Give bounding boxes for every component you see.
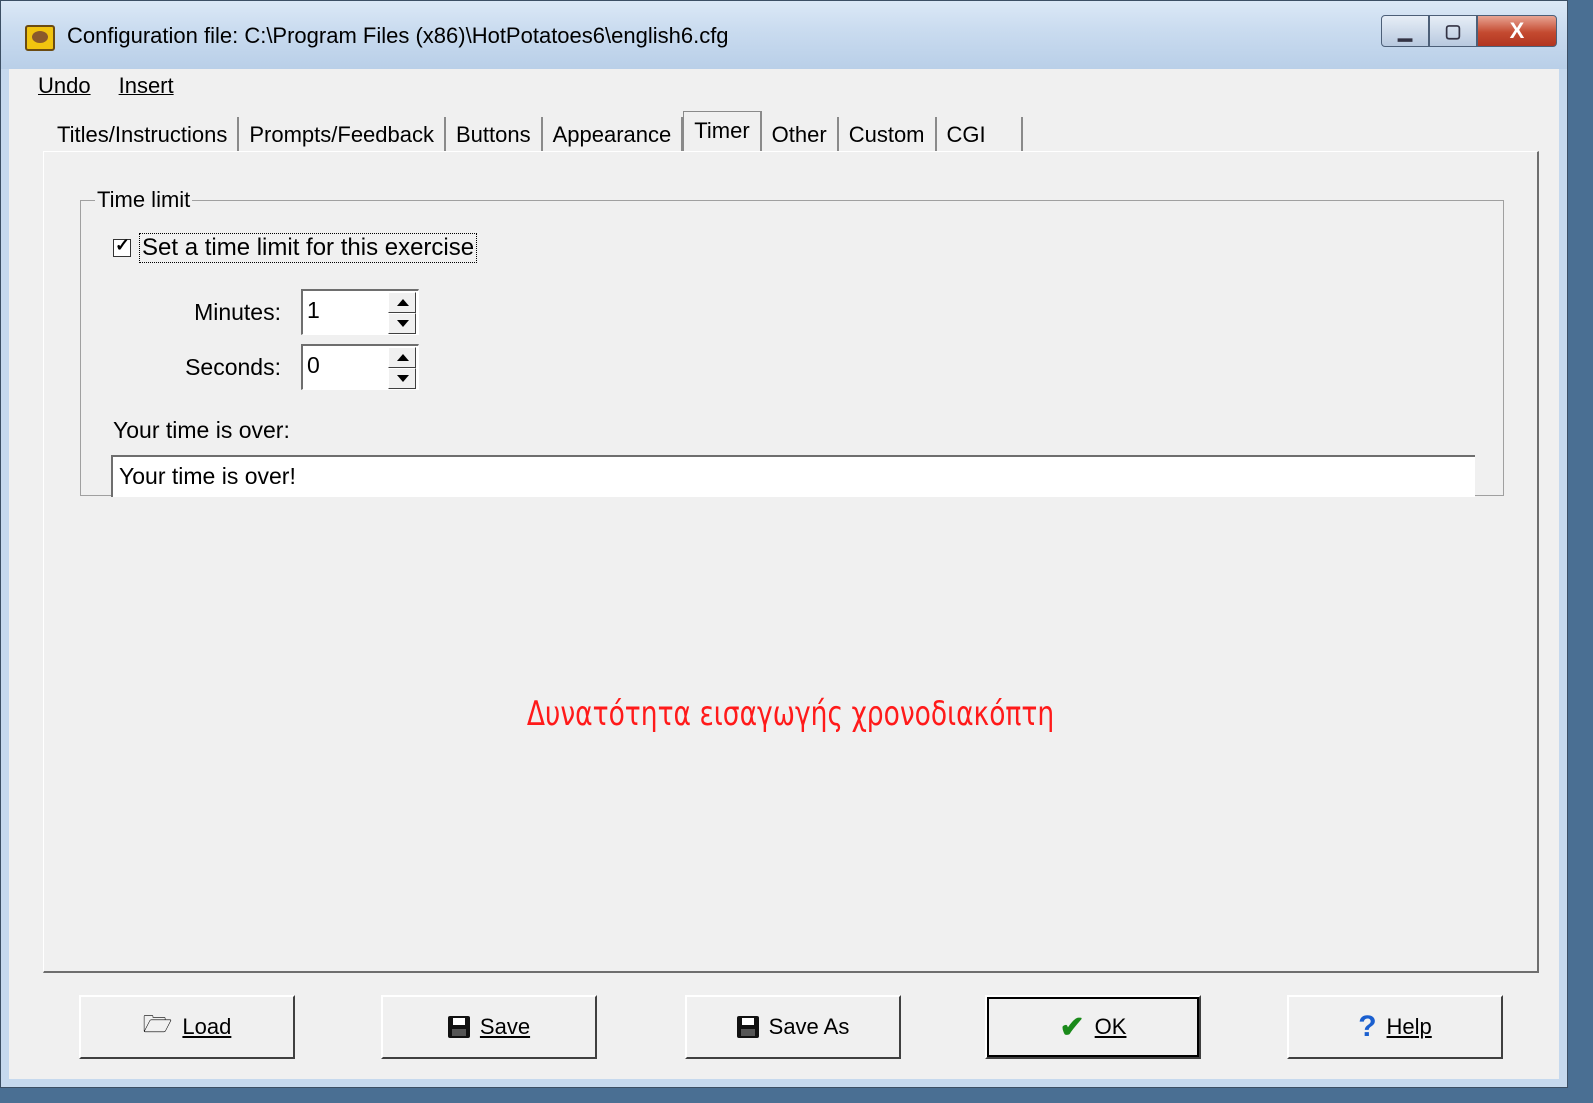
close-button[interactable]: X xyxy=(1477,15,1557,47)
minutes-value[interactable]: 1 xyxy=(307,297,320,324)
tab-titles-instructions[interactable]: Titles/Instructions xyxy=(47,117,240,153)
tab-other[interactable]: Other xyxy=(761,117,839,153)
greek-annotation: Δυνατότητα εισαγωγής χρονοδιακόπτη xyxy=(526,694,1055,734)
save-label: Save xyxy=(479,1014,531,1039)
minutes-down-arrow-icon[interactable] xyxy=(388,313,416,334)
maximize-button[interactable]: ▢ xyxy=(1429,15,1477,47)
seconds-value[interactable]: 0 xyxy=(307,352,320,379)
seconds-up-arrow-icon[interactable] xyxy=(388,347,416,368)
time-limit-checkbox[interactable] xyxy=(113,235,131,257)
tab-buttons[interactable]: Buttons xyxy=(446,117,543,153)
timer-panel: Time limit Set a time limit for this exe… xyxy=(43,151,1539,973)
seconds-spinner[interactable]: 0 xyxy=(301,344,419,390)
save-button[interactable]: Save xyxy=(381,995,597,1059)
menu-undo[interactable]: Undo xyxy=(38,73,91,99)
time-limit-group: Time limit Set a time limit for this exe… xyxy=(80,187,1504,497)
menu-insert[interactable]: Insert xyxy=(119,73,174,99)
menu-bar: Undo Insert xyxy=(9,69,1559,103)
minutes-label: Minutes: xyxy=(194,299,281,325)
seconds-down-arrow-icon[interactable] xyxy=(388,368,416,389)
tab-custom[interactable]: Custom xyxy=(838,117,937,153)
save-as-button[interactable]: Save As xyxy=(685,995,901,1059)
load-button[interactable]: 🗁 Load xyxy=(79,995,295,1059)
tab-cgi[interactable]: CGI xyxy=(936,117,1023,153)
tab-appearance[interactable]: Appearance xyxy=(542,117,684,153)
floppy-disk-question-icon xyxy=(736,1016,759,1038)
time-limit-checkbox-label[interactable]: Set a time limit for this exercise xyxy=(139,233,478,263)
help-label: Help xyxy=(1386,1014,1432,1039)
save-as-label: Save As xyxy=(768,1014,850,1039)
floppy-disk-icon xyxy=(447,1016,470,1038)
checkmark-icon: ✔ xyxy=(1059,1010,1085,1044)
window-title: Configuration file: C:\Program Files (x8… xyxy=(67,23,729,48)
help-button[interactable]: ? Help xyxy=(1287,995,1503,1059)
config-window: Configuration file: C:\Program Files (x8… xyxy=(0,0,1568,1088)
minutes-spinner[interactable]: 1 xyxy=(301,289,419,335)
open-folder-icon: 🗁 xyxy=(142,1010,173,1038)
time-over-label: Your time is over: xyxy=(113,417,290,443)
minimize-button[interactable]: ▁ xyxy=(1381,15,1429,47)
tab-timer[interactable]: Timer xyxy=(683,111,762,154)
title-bar[interactable]: Configuration file: C:\Program Files (x8… xyxy=(1,1,1567,69)
time-over-input[interactable]: Your time is over! xyxy=(111,455,1475,497)
client-area: Titles/Instructions Prompts/Feedback But… xyxy=(9,103,1559,1079)
load-label: Load xyxy=(182,1014,232,1039)
tab-strip: Titles/Instructions Prompts/Feedback But… xyxy=(47,109,1023,154)
time-limit-checkbox-row[interactable]: Set a time limit for this exercise xyxy=(113,233,478,263)
minutes-up-arrow-icon[interactable] xyxy=(388,292,416,313)
button-bar: 🗁 Load Save Save As ✔ OK ? Help xyxy=(9,989,1559,1079)
time-limit-group-label: Time limit xyxy=(95,187,193,213)
ok-button[interactable]: ✔ OK xyxy=(985,995,1201,1059)
tab-prompts-feedback[interactable]: Prompts/Feedback xyxy=(239,117,446,153)
question-mark-icon: ? xyxy=(1358,1010,1377,1043)
seconds-label: Seconds: xyxy=(185,354,281,380)
time-over-value[interactable]: Your time is over! xyxy=(119,463,296,490)
hot-potatoes-app-icon xyxy=(25,25,55,51)
ok-label: OK xyxy=(1094,1014,1127,1039)
